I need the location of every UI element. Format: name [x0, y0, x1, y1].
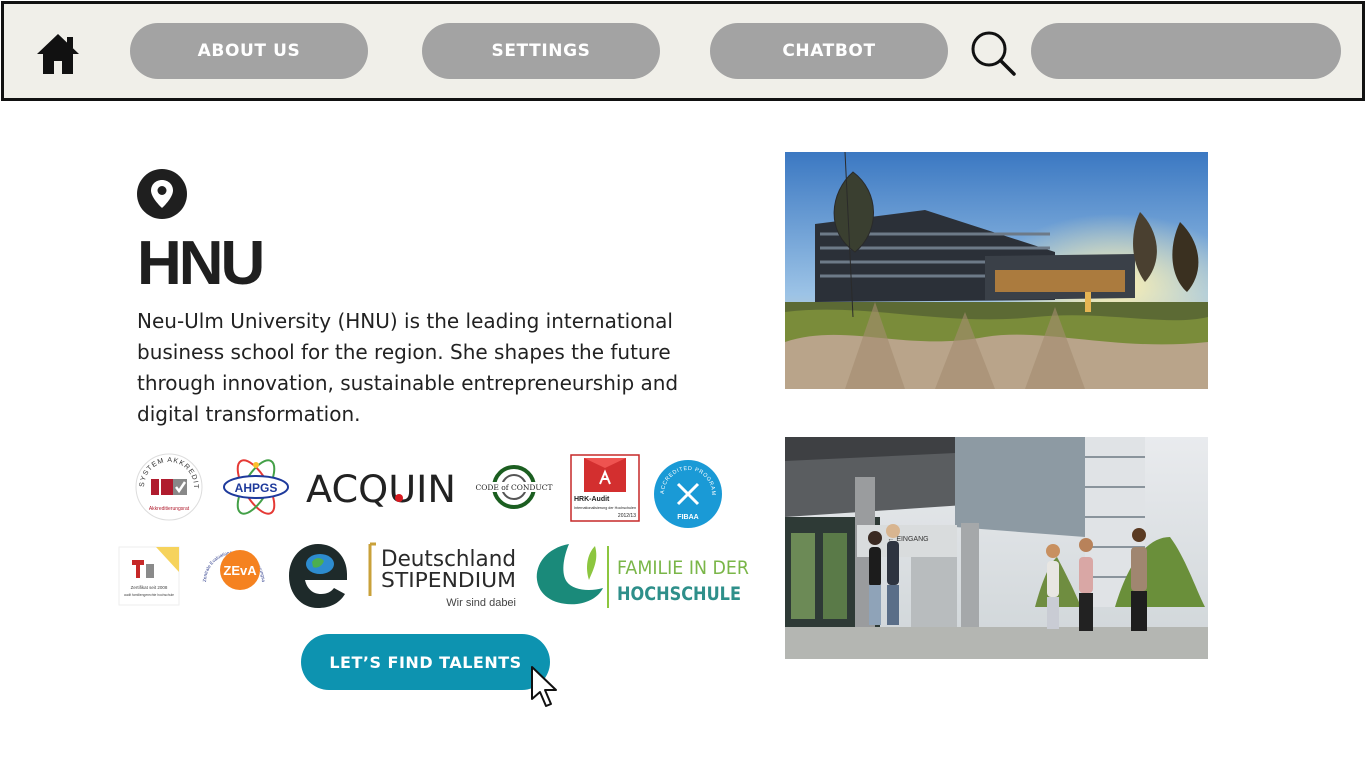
university-description: Neu-Ulm University (HNU) is the leading …: [137, 309, 679, 426]
campus-building-photo: [785, 152, 1208, 389]
e-logo: [287, 542, 349, 610]
audit-line2: audit familiengerechte hochschule: [124, 593, 174, 597]
fibaa-logo: ACCREDITED PROGRAMME FIBAA: [652, 458, 724, 530]
familie-line1: FAMILIE IN DER: [617, 557, 749, 579]
page-title: HNU: [137, 229, 265, 298]
home-icon: [37, 34, 79, 74]
hrk-audit-logo: HRK-Audit Internationalisierung der Hoch…: [570, 454, 640, 522]
ahpgs-text: AHPGS: [235, 481, 278, 495]
hrk-audit-subtitle: Internationalisierung der Hochschulen: [574, 505, 636, 510]
search-button[interactable]: [969, 29, 1017, 77]
map-pin-icon: [137, 169, 187, 219]
acquin-logo: ACQUIN: [304, 466, 460, 510]
stipendium-tagline: Wir sind dabei: [446, 597, 516, 609]
mouse-cursor-icon: [531, 666, 557, 707]
zeva-name: ZEvA: [223, 563, 257, 578]
campus-entrance-photo: ← EINGANG: [785, 437, 1208, 659]
settings-button[interactable]: SETTINGS: [422, 23, 660, 79]
code-of-conduct-text: CODE of CONDUCT: [476, 483, 553, 492]
chatbot-button[interactable]: CHATBOT: [710, 23, 948, 79]
search-input[interactable]: [1031, 23, 1341, 79]
code-of-conduct-logo: CODE of CONDUCT: [474, 462, 554, 512]
system-akkreditiert-bottom-text: Akkreditierungsrat: [149, 506, 190, 512]
search-icon: [971, 31, 1016, 76]
deutschland-stipendium-logo: Deutschland STIPENDIUM Wir sind dabei: [368, 542, 518, 610]
top-navigation: ABOUT US SETTINGS CHATBOT: [1, 1, 1365, 101]
familie-line2: HOCHSCHULE: [617, 583, 741, 605]
home-button[interactable]: [32, 28, 84, 80]
system-akkreditiert-logo: SYSTEM AKKREDITIERT Akkreditierungsrat: [134, 452, 204, 522]
audit-familiengerechte-hochschule-logo: Zertifikat seit 2008 audit familiengerec…: [118, 546, 180, 606]
hrk-audit-year: 2012/13: [618, 513, 636, 519]
about-us-button[interactable]: ABOUT US: [130, 23, 368, 79]
fibaa-name: FIBAA: [677, 514, 698, 521]
stipendium-line2: STIPENDIUM: [381, 568, 516, 592]
acquin-text: ACQUIN: [306, 468, 456, 510]
familie-in-der-hochschule-logo: FAMILIE IN DER HOCHSCHULE: [533, 540, 753, 612]
ahpgs-logo: AHPGS: [220, 452, 292, 522]
audit-line1: Zertifikat seit 2008: [131, 585, 168, 590]
find-talents-button[interactable]: LET’S FIND TALENTS: [301, 634, 550, 690]
zeva-logo: Zentrale Evaluations- und Akkreditierung…: [198, 542, 270, 612]
hrk-audit-title: HRK-Audit: [574, 496, 610, 503]
